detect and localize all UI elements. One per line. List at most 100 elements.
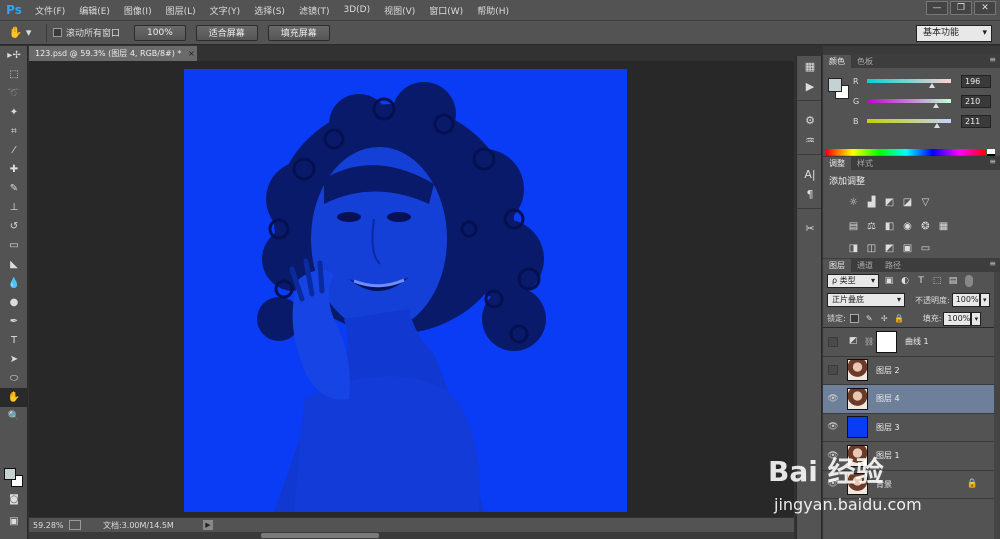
- opacity-input[interactable]: 100%: [951, 293, 980, 307]
- paint-bucket-tool-icon[interactable]: ◣: [0, 255, 28, 274]
- layer-name[interactable]: 图层 3: [876, 422, 900, 433]
- type-tool-icon[interactable]: T: [0, 331, 28, 350]
- character-panel-icon[interactable]: A|: [797, 164, 823, 184]
- gradient-map-icon[interactable]: ▭: [919, 242, 932, 254]
- tab-layers[interactable]: 图层: [823, 259, 851, 272]
- filter-type-icon[interactable]: T: [915, 275, 927, 287]
- brightness-contrast-icon[interactable]: ☼: [847, 196, 860, 208]
- layer-name[interactable]: 图层 2: [876, 365, 900, 376]
- eyedropper-tool-icon[interactable]: ⁄: [0, 141, 28, 160]
- healing-brush-tool-icon[interactable]: ✚: [0, 160, 28, 179]
- crop-tool-icon[interactable]: ⌗: [0, 122, 28, 141]
- filter-shape-icon[interactable]: ⬚: [931, 275, 943, 287]
- layer-mask-thumbnail[interactable]: [876, 330, 897, 353]
- opacity-dropdown-icon[interactable]: ▾: [979, 293, 990, 307]
- green-slider[interactable]: [867, 99, 951, 108]
- fit-screen-button[interactable]: 适合屏幕: [195, 24, 258, 41]
- blur-tool-icon[interactable]: 💧: [0, 274, 28, 293]
- fill-screen-button[interactable]: 填充屏幕: [267, 24, 330, 41]
- red-slider-thumb[interactable]: [928, 83, 935, 88]
- menu-3d[interactable]: 3D(D): [336, 5, 377, 15]
- status-info-icon[interactable]: [69, 520, 81, 530]
- zoom-tool-icon[interactable]: 🔍: [0, 407, 28, 426]
- filter-toggle[interactable]: [965, 275, 973, 287]
- shape-tool-icon[interactable]: ⬭: [0, 369, 28, 388]
- eraser-tool-icon[interactable]: ▭: [0, 236, 28, 255]
- threshold-icon[interactable]: ◩: [883, 242, 896, 254]
- layer-row-background[interactable]: 👁 背景 🔒: [823, 471, 1000, 499]
- layer-name[interactable]: 曲线 1: [905, 336, 929, 347]
- red-value-input[interactable]: 196: [961, 74, 991, 88]
- color-lookup-icon[interactable]: ▦: [937, 220, 950, 232]
- exposure-icon[interactable]: ◪: [901, 196, 914, 208]
- layer-thumbnail[interactable]: [847, 387, 868, 410]
- menu-select[interactable]: 选择(S): [247, 4, 292, 17]
- selective-color-icon[interactable]: ▣: [901, 242, 914, 254]
- hue-saturation-icon[interactable]: ▤: [847, 220, 860, 232]
- mask-link-icon[interactable]: ⛓: [864, 337, 874, 346]
- invert-icon[interactable]: ◨: [847, 242, 860, 254]
- layer-name[interactable]: 图层 1: [876, 450, 900, 461]
- eye-icon[interactable]: 👁: [823, 422, 843, 432]
- document-canvas[interactable]: [184, 69, 627, 512]
- quick-mask-icon[interactable]: ◙: [0, 490, 28, 509]
- channel-mixer-icon[interactable]: ❂: [919, 220, 932, 232]
- menu-type[interactable]: 文字(Y): [203, 4, 248, 17]
- menu-view[interactable]: 视图(V): [377, 4, 422, 17]
- blue-slider[interactable]: [867, 119, 951, 128]
- layer-row[interactable]: 👁 图层 3: [823, 414, 1000, 442]
- lock-all-icon[interactable]: 🔒: [894, 313, 905, 324]
- layer-name[interactable]: 图层 4: [876, 393, 900, 404]
- tab-channels[interactable]: 通道: [851, 259, 879, 272]
- zoom-100-button[interactable]: 100%: [134, 24, 186, 41]
- menu-help[interactable]: 帮助(H): [470, 4, 516, 17]
- document-close-icon[interactable]: ×: [188, 49, 195, 58]
- menu-image[interactable]: 图像(I): [117, 4, 159, 17]
- menu-layer[interactable]: 图层(L): [159, 4, 203, 17]
- history-panel-icon[interactable]: ▦: [797, 56, 823, 76]
- move-tool-icon[interactable]: ▸✢: [0, 46, 28, 65]
- lock-image-icon[interactable]: ✎: [864, 313, 875, 324]
- document-tab[interactable]: 123.psd @ 59.3% (图层 4, RGB/8#) * ×: [29, 46, 197, 61]
- brush-presets-icon[interactable]: ♒: [797, 130, 823, 150]
- workspace-select[interactable]: 基本功能: [916, 25, 992, 42]
- panel-menu-icon[interactable]: ≡: [989, 55, 996, 64]
- tab-color[interactable]: 颜色: [823, 55, 851, 68]
- visibility-toggle[interactable]: [828, 336, 838, 347]
- panel-menu-icon[interactable]: ≡: [989, 259, 996, 268]
- screen-mode-icon[interactable]: ▣: [0, 512, 28, 531]
- layer-row[interactable]: 👁 图层 1: [823, 442, 1000, 471]
- fill-input[interactable]: 100%: [943, 311, 972, 326]
- tab-swatches[interactable]: 色板: [851, 55, 879, 68]
- lock-position-icon[interactable]: ✢: [879, 313, 890, 324]
- brush-settings-icon[interactable]: ⚙: [797, 110, 823, 130]
- menu-edit[interactable]: 编辑(E): [72, 4, 117, 17]
- layers-scrollbar[interactable]: [994, 272, 1000, 539]
- menu-filter[interactable]: 滤镜(T): [292, 4, 337, 17]
- filter-pixel-icon[interactable]: ▣: [883, 275, 895, 287]
- black-white-icon[interactable]: ◧: [883, 220, 896, 232]
- filter-adjustment-icon[interactable]: ◐: [899, 275, 911, 287]
- zoom-level[interactable]: 59.28%: [29, 521, 69, 530]
- minimize-button[interactable]: —: [926, 1, 948, 15]
- layer-thumbnail[interactable]: [847, 473, 868, 496]
- scroll-all-checkbox[interactable]: [53, 28, 62, 37]
- curves-icon[interactable]: ◩: [883, 196, 896, 208]
- tab-adjustments[interactable]: 调整: [823, 157, 851, 170]
- paragraph-panel-icon[interactable]: ¶: [797, 184, 823, 204]
- posterize-icon[interactable]: ◫: [865, 242, 878, 254]
- scrollbar-thumb[interactable]: [261, 533, 379, 538]
- tab-paths[interactable]: 路径: [879, 259, 907, 272]
- actions-panel-icon[interactable]: ▶: [797, 76, 823, 96]
- hand-tool-preset-icon[interactable]: ✋ ▾: [0, 26, 40, 39]
- hand-tool-icon[interactable]: ✋: [0, 388, 28, 407]
- status-menu-arrow-icon[interactable]: ▶: [203, 520, 213, 530]
- layer-thumbnail[interactable]: [847, 416, 868, 439]
- layer-row[interactable]: ◩ ⛓ 曲线 1: [823, 328, 1000, 357]
- brush-tool-icon[interactable]: ✎: [0, 179, 28, 198]
- levels-icon[interactable]: ▟: [865, 196, 878, 208]
- lasso-tool-icon[interactable]: ➰: [0, 84, 28, 103]
- menu-file[interactable]: 文件(F): [28, 4, 72, 17]
- layer-name[interactable]: 背景: [876, 479, 892, 490]
- close-button[interactable]: ✕: [974, 1, 996, 15]
